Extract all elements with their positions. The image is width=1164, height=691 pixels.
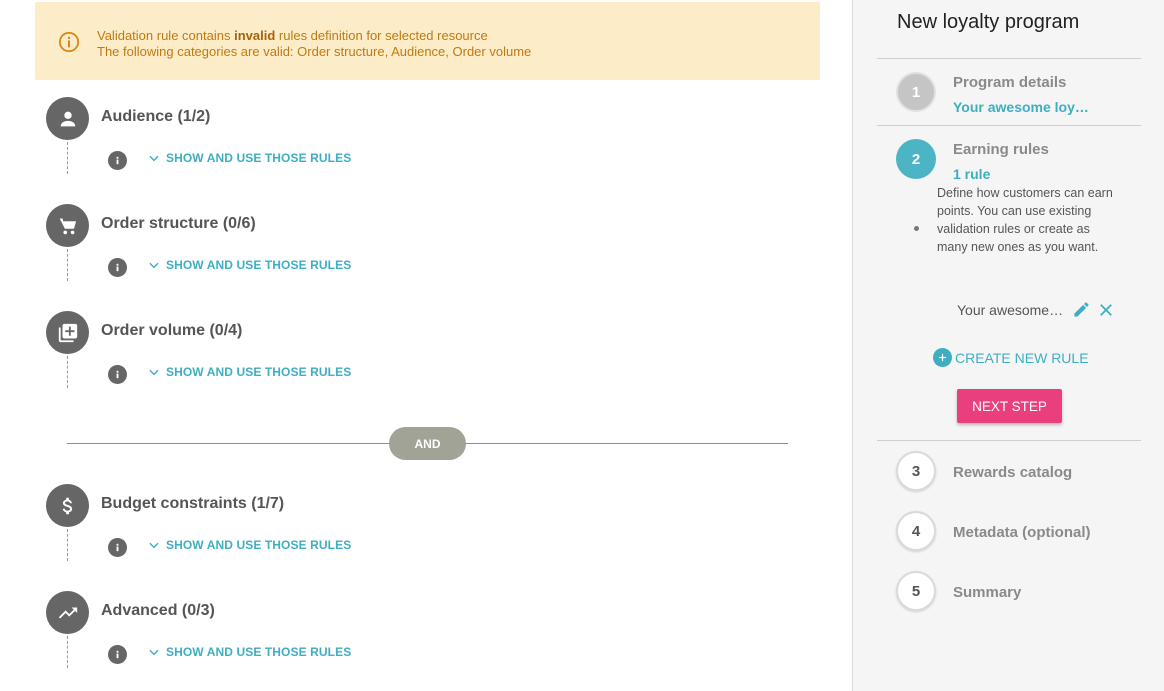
chevron-down-icon [149, 649, 159, 656]
bullet-dot [914, 226, 919, 231]
section-title: Order volume (0/4) [101, 322, 243, 339]
step-4-label[interactable]: Metadata (optional) [953, 524, 1091, 541]
pencil-icon[interactable] [1072, 300, 1091, 319]
warning-info-icon [58, 31, 80, 53]
and-operator-badge[interactable]: AND [389, 427, 466, 460]
section-title: Audience (1/2) [101, 108, 211, 125]
chevron-down-icon [149, 542, 159, 549]
section-avatar [46, 591, 89, 634]
step-1-label[interactable]: Program details [953, 74, 1066, 91]
sidebar-title: New loyalty program [897, 11, 1080, 33]
section-avatar [46, 204, 89, 247]
info-icon[interactable] [108, 258, 127, 277]
chevron-down-icon [149, 369, 159, 376]
step-1-circle[interactable]: 1 [896, 72, 936, 112]
section-connector [67, 142, 68, 174]
show-rules-toggle[interactable]: SHOW AND USE THOSE RULES [147, 538, 351, 552]
divider [877, 440, 1141, 441]
chevron-down-icon [149, 155, 159, 162]
section-connector [67, 356, 68, 388]
step-3-circle[interactable]: 3 [896, 451, 936, 491]
validation-alert: Validation rule contains invalid rules d… [35, 2, 820, 80]
main-content: Validation rule contains invalid rules d… [0, 0, 852, 691]
section-avatar [46, 311, 89, 354]
section-audience: Audience (1/2) SHOW AND USE THOSE RULES [46, 97, 806, 197]
step-2-label[interactable]: Earning rules [953, 141, 1049, 158]
show-rules-toggle[interactable]: SHOW AND USE THOSE RULES [147, 645, 351, 659]
section-advanced: Advanced (0/3) SHOW AND USE THOSE RULES [46, 591, 806, 691]
show-rules-toggle[interactable]: SHOW AND USE THOSE RULES [147, 151, 351, 165]
rule-name: Your awesome… [957, 301, 1064, 318]
step-2-circle[interactable]: 2 [896, 139, 936, 179]
close-icon[interactable] [1097, 301, 1115, 319]
step-5-circle[interactable]: 5 [896, 571, 936, 611]
stepper-sidebar: New loyalty program 1 Program details Yo… [852, 0, 1164, 691]
next-step-button[interactable]: NEXT STEP [957, 389, 1062, 423]
section-title: Advanced (0/3) [101, 602, 215, 619]
section-order-volume: Order volume (0/4) SHOW AND USE THOSE RU… [46, 311, 806, 411]
section-title: Budget constraints (1/7) [101, 495, 285, 512]
cart-icon [59, 218, 76, 234]
step-2-summary: 1 rule [953, 166, 991, 182]
dollar-icon [62, 497, 72, 514]
section-avatar [46, 97, 89, 140]
section-order-structure: Order structure (0/6) SHOW AND USE THOSE… [46, 204, 806, 304]
section-connector [67, 249, 68, 281]
divider [877, 125, 1141, 126]
trending-up-icon [58, 607, 77, 618]
chevron-down-icon [149, 262, 159, 269]
show-rules-toggle[interactable]: SHOW AND USE THOSE RULES [147, 365, 351, 379]
library-add-icon [58, 323, 77, 342]
divider [877, 58, 1141, 59]
step-2-description: Define how customers can earn points. Yo… [937, 186, 1113, 254]
step-1-summary: Your awesome loy… [953, 99, 1089, 115]
step-4-circle[interactable]: 4 [896, 511, 936, 551]
section-title: Order structure (0/6) [101, 215, 256, 232]
info-icon[interactable] [108, 151, 127, 170]
create-new-rule-button[interactable]: CREATE NEW RULE [933, 348, 1089, 367]
show-rules-toggle[interactable]: SHOW AND USE THOSE RULES [147, 258, 351, 272]
info-icon[interactable] [108, 645, 127, 664]
person-icon [60, 111, 75, 126]
add-circle-icon [933, 348, 952, 367]
section-connector [67, 529, 68, 561]
earning-rule-item: Your awesome… [957, 300, 1115, 319]
info-icon[interactable] [108, 365, 127, 384]
alert-message: Validation rule contains invalid rules d… [97, 28, 532, 59]
section-connector [67, 636, 68, 668]
info-icon[interactable] [108, 538, 127, 557]
section-budget-constraints: Budget constraints (1/7) SHOW AND USE TH… [46, 484, 806, 584]
step-3-label[interactable]: Rewards catalog [953, 464, 1072, 481]
section-avatar [46, 484, 89, 527]
step-5-label[interactable]: Summary [953, 584, 1021, 601]
